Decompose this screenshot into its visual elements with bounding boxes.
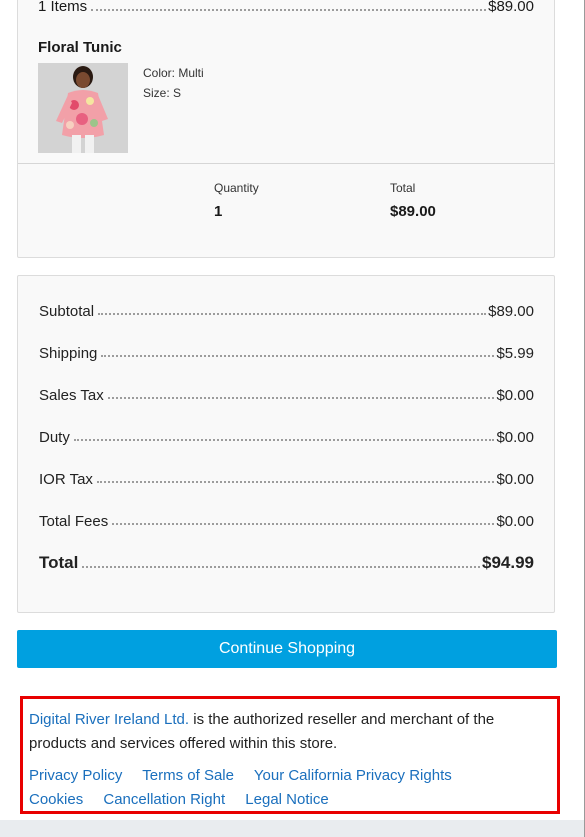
cookies-link[interactable]: Cookies (29, 791, 83, 808)
privacy-policy-link[interactable]: Privacy Policy (29, 767, 122, 784)
product-color: Color: Multi (143, 66, 204, 80)
items-count-label: 1 Items (38, 0, 88, 15)
summary-label: Sales Tax (39, 387, 104, 404)
summary-label: Subtotal (39, 303, 95, 320)
quantity-label: Quantity (214, 181, 259, 195)
legal-links-row-2: Cookies Cancellation Right Legal Notice (29, 791, 345, 808)
summary-value: $0.00 (496, 471, 534, 488)
summary-row-ior-tax: IOR Tax $0.00 (39, 466, 534, 488)
product-size: Size: S (143, 86, 182, 100)
california-privacy-rights-link[interactable]: Your California Privacy Rights (254, 767, 452, 784)
dot-leader (82, 566, 480, 568)
legal-notice-link[interactable]: Legal Notice (245, 791, 328, 808)
dot-leader (112, 523, 495, 525)
summary-value: $5.99 (496, 345, 534, 362)
summary-value: $89.00 (488, 303, 534, 320)
summary-value: $0.00 (496, 387, 534, 404)
summary-label: Shipping (39, 345, 98, 362)
dot-leader (101, 355, 495, 357)
dot-leader (107, 397, 495, 399)
order-items-card: 1 Items $89.00 Floral Tunic Color: Multi… (17, 0, 555, 258)
dot-leader (91, 9, 487, 11)
product-image[interactable] (38, 63, 128, 153)
summary-label: IOR Tax (39, 471, 93, 488)
summary-row-sales-tax: Sales Tax $0.00 (39, 382, 534, 404)
summary-row-subtotal: Subtotal $89.00 (39, 298, 534, 320)
items-count-row: 1 Items $89.00 (38, 0, 534, 15)
summary-label: Total Fees (39, 513, 109, 530)
dot-leader (98, 313, 487, 315)
terms-of-sale-link[interactable]: Terms of Sale (142, 767, 234, 784)
summary-row-total-fees: Total Fees $0.00 (39, 508, 534, 530)
reseller-link[interactable]: Digital River Ireland Ltd. (29, 711, 189, 728)
summary-value: $0.00 (496, 429, 534, 446)
summary-label: Duty (39, 429, 70, 446)
order-total-label: Total (39, 553, 79, 572)
summary-row-shipping: Shipping $5.99 (39, 340, 534, 362)
order-summary-card: Subtotal $89.00 Shipping $5.99 Sales Tax… (17, 275, 555, 613)
summary-row-duty: Duty $0.00 (39, 424, 534, 446)
items-amount: $89.00 (488, 0, 534, 15)
line-total-label: Total (390, 181, 416, 195)
order-total-value: $94.99 (482, 553, 534, 572)
summary-row-total: Total $94.99 (39, 551, 534, 573)
product-name[interactable]: Floral Tunic (38, 39, 122, 56)
reseller-statement: Digital River Ireland Ltd. is the author… (29, 708, 547, 756)
quantity-value: 1 (214, 203, 223, 220)
continue-shopping-button[interactable]: Continue Shopping (17, 630, 557, 668)
dot-leader (73, 439, 495, 441)
summary-value: $0.00 (496, 513, 534, 530)
product-photo-illustration (38, 63, 128, 153)
legal-links-row-1: Privacy Policy Terms of Sale Your Califo… (29, 767, 468, 784)
divider (18, 163, 554, 164)
legal-notice-box: Digital River Ireland Ltd. is the author… (20, 696, 560, 814)
dot-leader (96, 481, 495, 483)
line-total-value: $89.00 (390, 203, 436, 220)
page-bottom-strip (0, 820, 584, 837)
cancellation-right-link[interactable]: Cancellation Right (103, 791, 225, 808)
